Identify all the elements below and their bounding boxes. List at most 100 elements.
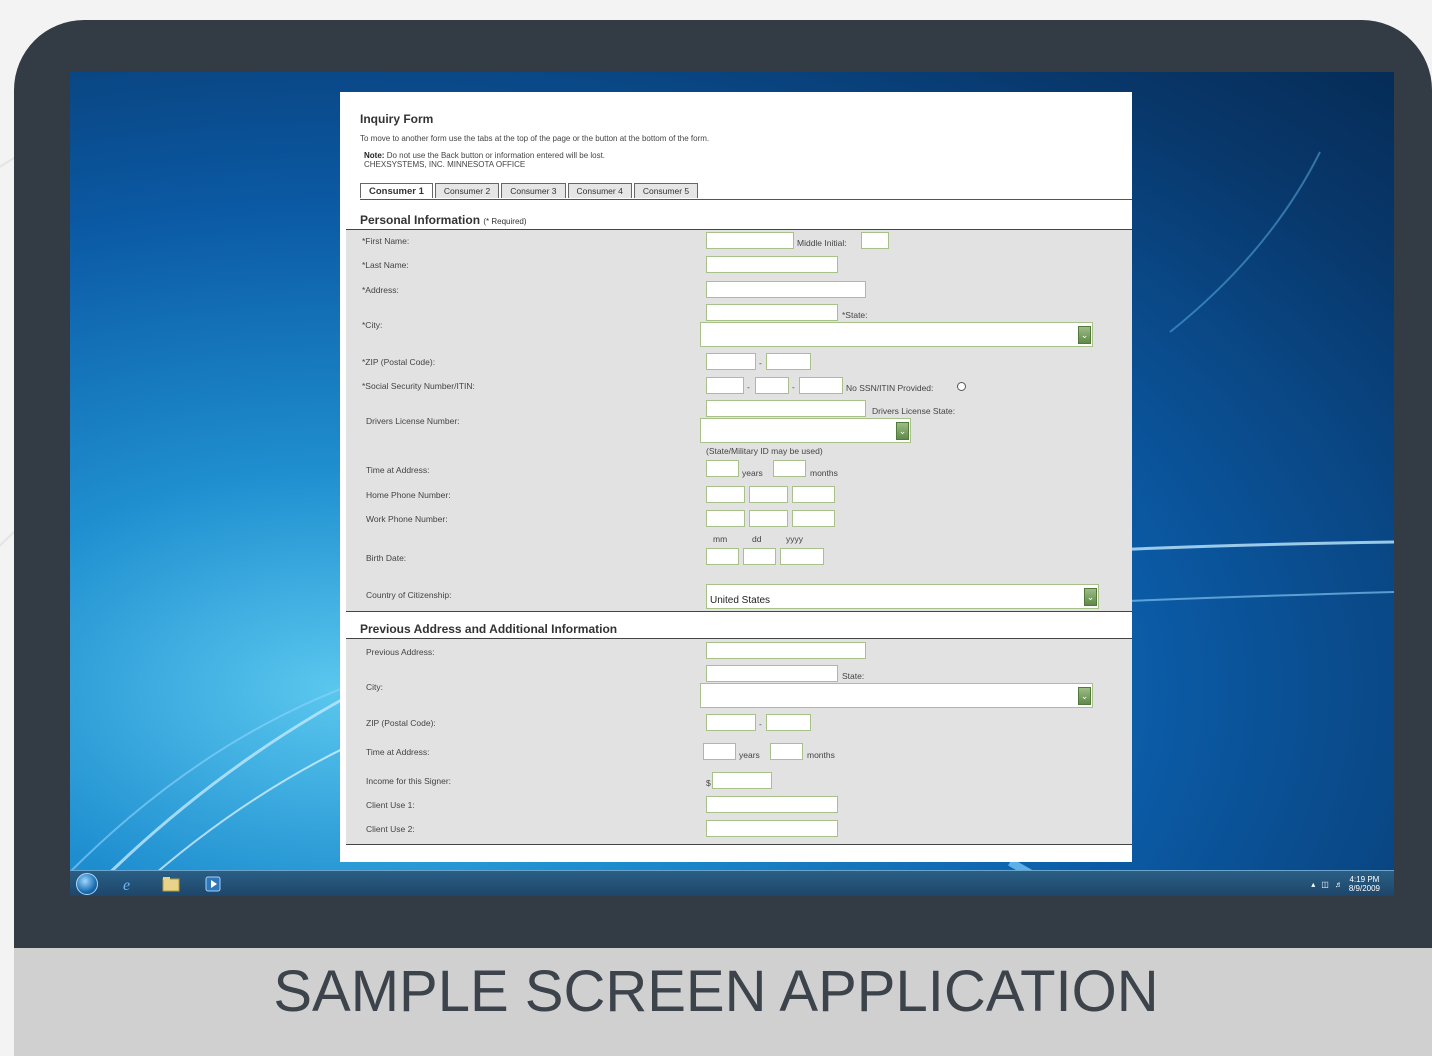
chevron-down-icon: ⌄ — [1084, 588, 1097, 606]
tab-consumer-2[interactable]: Consumer 2 — [434, 183, 500, 198]
previous-section-body: Previous Address: State: City: ⌄ ZIP (Po… — [346, 639, 1132, 844]
windows-logo-icon — [76, 873, 98, 895]
tab-consumer-5[interactable]: Consumer 5 — [633, 183, 699, 198]
inquiry-form-window: Inquiry Form To move to another form use… — [340, 92, 1132, 862]
start-button[interactable] — [76, 873, 98, 895]
prev-zip-label: ZIP (Postal Code): — [366, 718, 436, 728]
zip-plus4-field[interactable] — [766, 353, 811, 370]
birth-date-label: Birth Date: — [366, 553, 407, 563]
folder-icon[interactable] — [160, 874, 182, 894]
zip-dash: - — [759, 358, 762, 368]
tabs-divider — [360, 199, 1132, 200]
middle-initial-field[interactable] — [861, 232, 889, 249]
state-select[interactable]: ⌄ — [700, 322, 1093, 347]
first-name-label: *First Name: — [362, 236, 410, 246]
time-at-address-label: Time at Address: — [366, 465, 430, 475]
internet-explorer-icon[interactable]: e — [118, 874, 140, 894]
ssn-dash-2: - — [792, 382, 795, 392]
state-label: *State: — [842, 310, 868, 320]
network-icon[interactable]: ◫ — [1321, 880, 1329, 889]
form-instructions: To move to another form use the tabs at … — [360, 134, 710, 143]
dl-hint: (State/Military ID may be used) — [706, 446, 823, 456]
dl-state-select[interactable]: ⌄ — [700, 418, 911, 443]
client-use-2-field[interactable] — [706, 820, 838, 837]
previous-section-title: Previous Address and Additional Informat… — [360, 622, 618, 636]
client-use-1-field[interactable] — [706, 796, 838, 813]
clock[interactable]: 4:19 PM 8/9/2009 — [1349, 875, 1380, 893]
personal-section-title: Personal Information (* Required) — [360, 213, 527, 227]
prev-time-label: Time at Address: — [366, 747, 430, 757]
no-ssn-radio[interactable] — [957, 382, 966, 391]
tab-consumer-4[interactable]: Consumer 4 — [567, 183, 632, 198]
media-player-icon[interactable] — [202, 874, 224, 894]
taskbar: e ▴ ◫ ♬ 4:19 PM 8/9/2009 — [70, 870, 1394, 896]
footer-caption: SAMPLE SCREEN APPLICATION — [273, 959, 1159, 1024]
prev-zip-dash: - — [759, 719, 762, 729]
birth-day-field[interactable] — [743, 548, 776, 565]
last-name-field[interactable] — [706, 256, 838, 273]
city-field[interactable] — [706, 304, 838, 321]
work-phone-line-field[interactable] — [792, 510, 835, 527]
note-label: Note: — [364, 151, 385, 160]
home-phone-line-field[interactable] — [792, 486, 835, 503]
home-phone-area-field[interactable] — [706, 486, 745, 503]
home-phone-prefix-field[interactable] — [749, 486, 788, 503]
tray-arrow-icon[interactable]: ▴ — [1311, 880, 1315, 889]
previous-section-top-rule — [346, 611, 1132, 612]
months-field[interactable] — [773, 460, 806, 477]
personal-section-body: *First Name: Middle Initial: *Last Name:… — [346, 230, 1132, 611]
work-phone-prefix-field[interactable] — [749, 510, 788, 527]
dl-number-label: Drivers License Number: — [366, 416, 460, 426]
form-note: Note: Do not use the Back button or info… — [364, 151, 1122, 160]
income-field[interactable] — [712, 772, 772, 789]
chevron-down-icon: ⌄ — [1078, 326, 1091, 344]
work-phone-area-field[interactable] — [706, 510, 745, 527]
prev-city-field[interactable] — [706, 665, 838, 682]
tab-consumer-1[interactable]: Consumer 1 — [360, 183, 433, 198]
tab-consumer-3[interactable]: Consumer 3 — [501, 183, 566, 198]
address-field[interactable] — [706, 281, 866, 298]
svg-text:e: e — [123, 877, 130, 893]
last-name-label: *Last Name: — [362, 260, 409, 270]
volume-icon[interactable]: ♬ — [1335, 880, 1343, 889]
birth-year-field[interactable] — [780, 548, 824, 565]
country-label: Country of Citizenship: — [366, 590, 452, 600]
consumer-tabs: Consumer 1 Consumer 2 Consumer 3 Consume… — [360, 183, 700, 198]
prev-years-label: years — [739, 750, 760, 760]
prev-years-field[interactable] — [703, 743, 736, 760]
prev-city-label: City: — [366, 682, 383, 692]
zip-field[interactable] — [706, 353, 756, 370]
desktop-screen: Inquiry Form To move to another form use… — [70, 72, 1394, 896]
ssn-part1-field[interactable] — [706, 377, 744, 394]
work-phone-label: Work Phone Number: — [366, 514, 448, 524]
system-tray: ▴ ◫ ♬ 4:19 PM 8/9/2009 — [1311, 875, 1380, 893]
ssn-part3-field[interactable] — [799, 377, 843, 394]
chevron-down-icon: ⌄ — [1078, 687, 1091, 705]
prev-zip-plus4-field[interactable] — [766, 714, 811, 731]
years-field[interactable] — [706, 460, 739, 477]
prev-address-field[interactable] — [706, 642, 866, 659]
prev-zip-field[interactable] — [706, 714, 756, 731]
years-label: years — [742, 468, 763, 478]
no-ssn-label: No SSN/ITIN Provided: — [846, 383, 934, 393]
city-label: *City: — [362, 320, 383, 330]
clock-date: 8/9/2009 — [1348, 884, 1380, 893]
country-select[interactable]: United States ⌄ — [706, 584, 1099, 609]
prev-months-label: months — [807, 750, 835, 760]
prev-address-label: Previous Address: — [366, 647, 435, 657]
form-bottom-rule — [346, 844, 1132, 845]
zip-label: *ZIP (Postal Code): — [362, 357, 436, 367]
months-label: months — [810, 468, 838, 478]
form-title: Inquiry Form — [360, 112, 434, 126]
middle-initial-label: Middle Initial: — [797, 238, 847, 248]
yyyy-hint: yyyy — [786, 534, 803, 544]
home-phone-label: Home Phone Number: — [366, 490, 451, 500]
required-note: (* Required) — [483, 217, 527, 226]
country-value: United States — [710, 595, 771, 606]
prev-months-field[interactable] — [770, 743, 803, 760]
prev-state-select[interactable]: ⌄ — [700, 683, 1093, 708]
first-name-field[interactable] — [706, 232, 794, 249]
ssn-part2-field[interactable] — [755, 377, 789, 394]
birth-month-field[interactable] — [706, 548, 739, 565]
drivers-license-field[interactable] — [706, 400, 866, 417]
